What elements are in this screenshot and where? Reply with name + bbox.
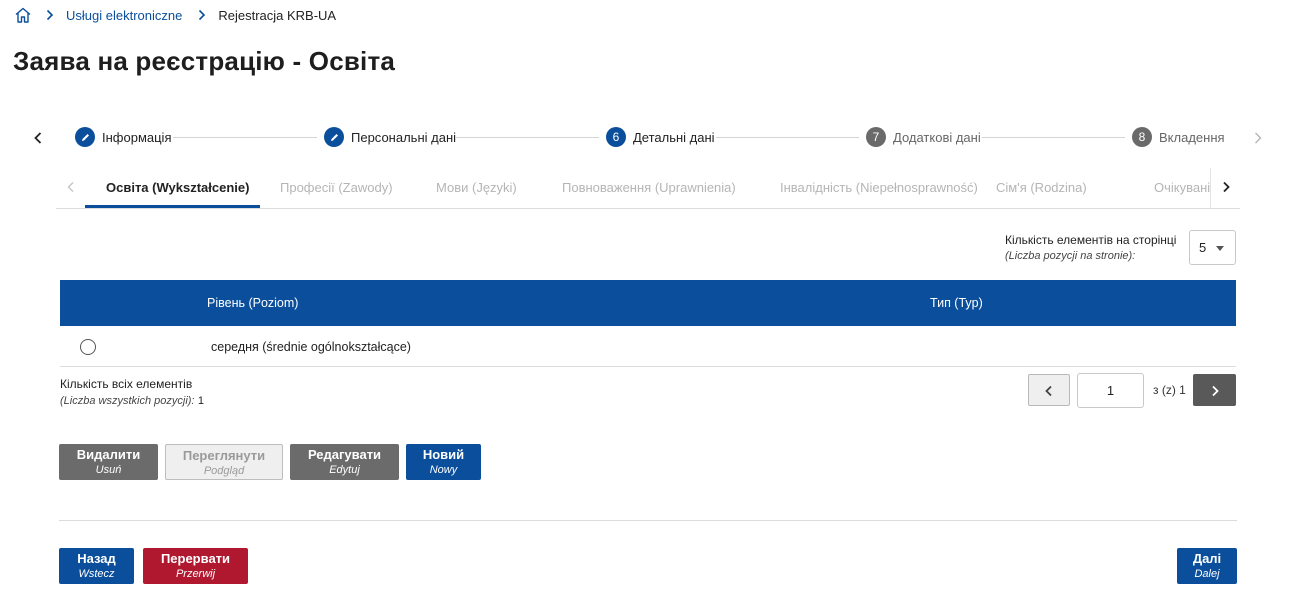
tabs-next-button[interactable] bbox=[1210, 168, 1240, 208]
previous-page-button[interactable] bbox=[1028, 374, 1070, 406]
step-personal-data[interactable]: Персональні дані bbox=[324, 127, 456, 147]
stepper-prev-icon[interactable] bbox=[30, 130, 46, 146]
edit-button-label: Редагувати bbox=[307, 447, 382, 462]
items-per-page-label: Кількість елементів на сторінці (Liczba … bbox=[1005, 232, 1176, 264]
step-connector bbox=[173, 137, 317, 138]
page-title: Заява на реєстрацію - Освіта bbox=[13, 46, 396, 76]
new-button-label: Новий bbox=[422, 447, 465, 462]
back-button-label: Назад bbox=[77, 551, 116, 566]
stepper-next-icon[interactable] bbox=[1250, 130, 1266, 146]
step-connector bbox=[982, 137, 1125, 138]
step-label: Вкладення bbox=[1159, 129, 1225, 145]
delete-button-sublabel: Usuń bbox=[95, 464, 122, 476]
delete-button-label: Видалити bbox=[76, 447, 141, 462]
breadcrumb-current: Rejestracja KRB-UA bbox=[218, 7, 337, 23]
breadcrumb: Usługi elektroniczne Rejestracja KRB-UA bbox=[14, 5, 336, 25]
total-items-label-pl: (Liczba wszystkich pozycji): bbox=[60, 395, 195, 407]
breadcrumb-link-services[interactable]: Usługi elektroniczne bbox=[66, 8, 182, 23]
next-button-label: Далі bbox=[1192, 551, 1222, 566]
step-number-badge: 8 bbox=[1132, 127, 1152, 147]
abort-button-sublabel: Przerwij bbox=[175, 568, 216, 580]
total-items: Кількість всіх елементів (Liczba wszystk… bbox=[60, 376, 204, 409]
items-per-page-text: Кількість елементів на сторінці bbox=[1005, 233, 1177, 247]
abort-button-label: Перервати bbox=[160, 551, 231, 566]
tab-family[interactable]: Сім'я (Rodzina) bbox=[996, 180, 1087, 195]
step-attachments[interactable]: 8 Вкладення bbox=[1132, 127, 1225, 147]
next-button[interactable]: Далі Dalej bbox=[1177, 548, 1237, 584]
tab-professions[interactable]: Професії (Zawody) bbox=[280, 180, 393, 195]
new-button-sublabel: Nowy bbox=[429, 464, 458, 476]
tab-disability[interactable]: Інвалідність (Niepełnosprawność) bbox=[780, 180, 978, 195]
next-page-button[interactable] bbox=[1193, 374, 1236, 406]
chevron-right-icon bbox=[1219, 180, 1233, 194]
section-divider bbox=[59, 520, 1237, 521]
page-count-text: з (z) 1 bbox=[1153, 383, 1186, 397]
next-button-sublabel: Dalej bbox=[1194, 568, 1220, 580]
column-header-type[interactable]: Тип (Typ) bbox=[930, 296, 983, 310]
step-label: Детальні дані bbox=[633, 129, 715, 145]
step-label: Персональні дані bbox=[351, 129, 457, 145]
step-connector bbox=[716, 137, 859, 138]
chevron-left-icon bbox=[1044, 384, 1054, 397]
page-number-input[interactable]: 1 bbox=[1077, 373, 1144, 408]
caret-down-icon bbox=[1216, 246, 1224, 251]
items-per-page-text-pl: (Liczba pozycji na stronie): bbox=[1005, 250, 1136, 262]
items-per-page-select[interactable]: 5 bbox=[1189, 230, 1236, 265]
table-row[interactable]: середня (średnie ogólnokształcące) bbox=[60, 326, 1236, 367]
tab-languages[interactable]: Мови (Języki) bbox=[436, 180, 517, 195]
row-select-radio[interactable] bbox=[80, 339, 96, 355]
items-per-page-value: 5 bbox=[1199, 240, 1207, 255]
section-tabs: Освіта (Wykształcenie) Професії (Zawody)… bbox=[56, 168, 1240, 209]
tab-expected[interactable]: Очікувані bbox=[1154, 180, 1210, 195]
step-additional-data[interactable]: 7 Додаткові дані bbox=[866, 127, 981, 147]
view-button-label: Переглянути bbox=[182, 448, 266, 463]
tab-education[interactable]: Освіта (Wykształcenie) bbox=[106, 180, 249, 195]
progress-stepper: Інформація Персональні дані 6 Детальні д… bbox=[0, 124, 1291, 152]
chevron-right-icon bbox=[1210, 384, 1220, 397]
total-items-label: Кількість всіх елементів bbox=[60, 377, 193, 391]
edit-button[interactable]: Редагувати Edytuj bbox=[290, 444, 399, 480]
step-connector bbox=[456, 137, 599, 138]
tab-overflow-clip: Очікувані bbox=[1146, 168, 1210, 208]
back-button-sublabel: Wstecz bbox=[78, 568, 115, 580]
step-information[interactable]: Інформація bbox=[75, 127, 172, 147]
step-label: Інформація bbox=[102, 129, 172, 145]
delete-button[interactable]: Видалити Usuń bbox=[59, 444, 158, 480]
back-button[interactable]: Назад Wstecz bbox=[59, 548, 134, 584]
new-button[interactable]: Новий Nowy bbox=[406, 444, 481, 480]
total-items-count: 1 bbox=[197, 395, 204, 407]
view-button-sublabel: Podgląd bbox=[203, 465, 245, 477]
pencil-icon bbox=[324, 127, 344, 147]
tabs-prev-icon[interactable] bbox=[64, 180, 78, 194]
chevron-right-icon bbox=[198, 9, 206, 21]
column-header-level[interactable]: Рівень (Poziom) bbox=[207, 296, 298, 310]
home-icon[interactable] bbox=[14, 6, 32, 24]
cell-level: середня (średnie ogólnokształcące) bbox=[211, 340, 411, 354]
edit-button-sublabel: Edytuj bbox=[329, 464, 360, 476]
tab-permissions[interactable]: Повноваження (Uprawnienia) bbox=[562, 180, 736, 195]
pencil-icon bbox=[75, 127, 95, 147]
step-number-badge: 6 bbox=[606, 127, 626, 147]
step-label: Додаткові дані bbox=[893, 129, 981, 145]
table-header: Рівень (Poziom) Тип (Typ) bbox=[60, 280, 1236, 326]
view-button[interactable]: Переглянути Podgląd bbox=[165, 444, 283, 480]
chevron-right-icon bbox=[46, 9, 54, 21]
step-number-badge: 7 bbox=[866, 127, 886, 147]
step-detailed-data[interactable]: 6 Детальні дані bbox=[606, 127, 715, 147]
abort-button[interactable]: Перервати Przerwij bbox=[143, 548, 248, 584]
active-tab-indicator bbox=[85, 205, 260, 208]
